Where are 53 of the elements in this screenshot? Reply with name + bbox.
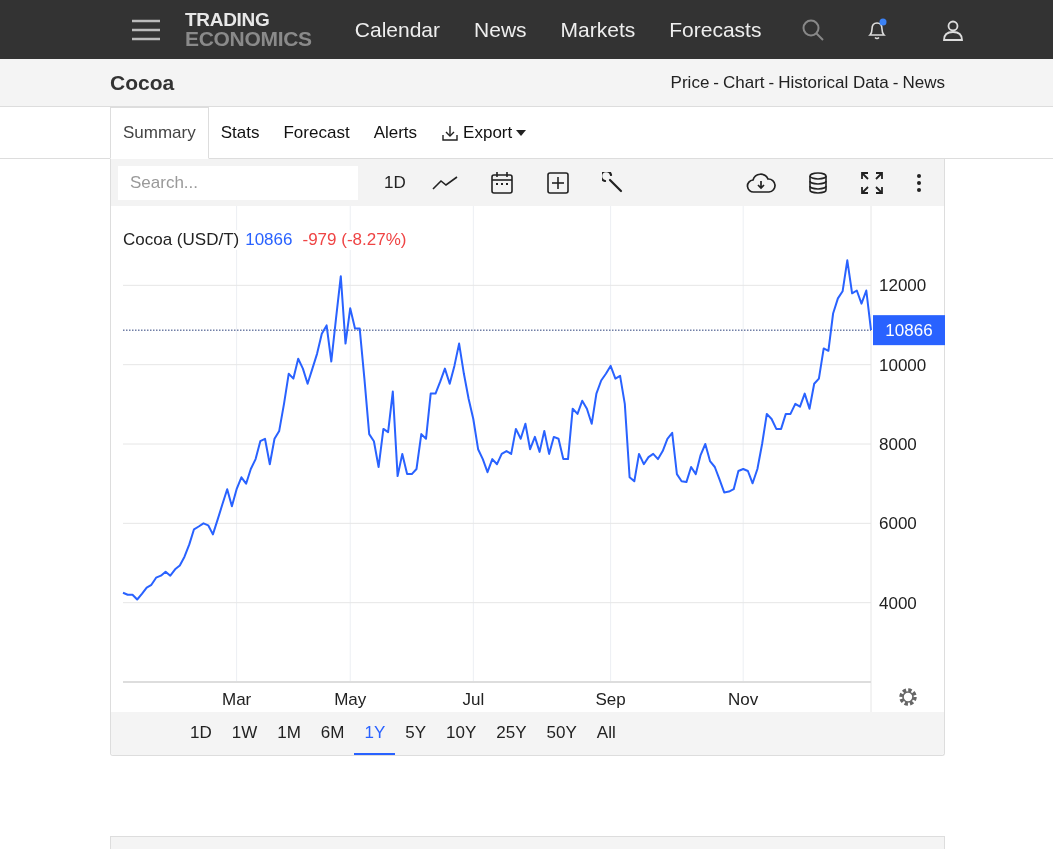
add-icon[interactable]	[545, 170, 570, 195]
menu-icon[interactable]	[131, 17, 161, 42]
range-button[interactable]: 5Y	[395, 712, 437, 755]
x-axis-label: Sep	[595, 690, 626, 709]
calendar-icon[interactable]	[489, 170, 514, 195]
nav-link[interactable]: Calendar	[354, 17, 441, 42]
y-axis-label: 4000	[879, 593, 917, 613]
x-axis-label: Jul	[462, 690, 485, 709]
legend-change: -979 (-8.27%)	[302, 230, 407, 250]
legend-price: 10866	[245, 230, 293, 250]
price-tag: 10866	[873, 315, 945, 346]
page-title: Cocoa	[110, 70, 176, 95]
range-button[interactable]: All	[586, 712, 626, 755]
search-icon[interactable]	[801, 17, 826, 42]
fullscreen-icon[interactable]	[860, 170, 884, 195]
tab[interactable]: Summary	[110, 107, 209, 159]
cloud-download-icon[interactable]	[746, 171, 776, 194]
settings-icon[interactable]	[899, 688, 917, 706]
range-button[interactable]: 1Y	[354, 712, 396, 755]
y-axis-label: 8000	[879, 435, 917, 454]
section-link[interactable]: News	[902, 72, 945, 93]
range-button[interactable]: 1M	[267, 712, 311, 755]
caret-icon	[516, 129, 527, 136]
nav-link[interactable]: News	[474, 17, 527, 42]
separator-text: -	[892, 72, 899, 93]
range-button[interactable]: 1D	[180, 712, 222, 755]
nav-link[interactable]: Markets	[560, 17, 636, 42]
section-link[interactable]: Chart	[723, 72, 765, 93]
section-link[interactable]: Historical Data	[778, 72, 889, 93]
section-link[interactable]: Price	[670, 72, 710, 93]
legend-series-name: Cocoa (USD/T)	[123, 230, 240, 250]
range-button[interactable]: 6M	[310, 712, 355, 755]
more-options-icon[interactable]	[916, 172, 922, 193]
range-button[interactable]: 10Y	[436, 712, 487, 755]
y-axis-label: 6000	[879, 514, 917, 534]
y-axis-label: 10000	[879, 355, 927, 375]
y-axis-label: 12000	[879, 276, 927, 296]
x-axis-label: Nov	[728, 690, 759, 709]
interval-button[interactable]: 1D	[384, 172, 406, 193]
x-axis-label: May	[334, 690, 367, 709]
x-axis-label: Mar	[222, 690, 252, 709]
range-button[interactable]: 1W	[221, 712, 268, 755]
range-button[interactable]: 50Y	[536, 712, 587, 755]
search-field[interactable]: Search...	[118, 165, 358, 200]
line-chart-icon[interactable]	[431, 174, 458, 191]
logo-text[interactable]: TRADING	[185, 10, 312, 29]
nav-link[interactable]: Forecasts	[669, 17, 762, 42]
logo-text[interactable]: ECONOMICS	[185, 28, 312, 49]
separator-text: -	[713, 72, 719, 93]
range-button[interactable]: 25Y	[486, 712, 537, 755]
download-icon	[441, 123, 460, 142]
separator-text: -	[768, 72, 775, 93]
database-icon[interactable]	[808, 171, 828, 194]
